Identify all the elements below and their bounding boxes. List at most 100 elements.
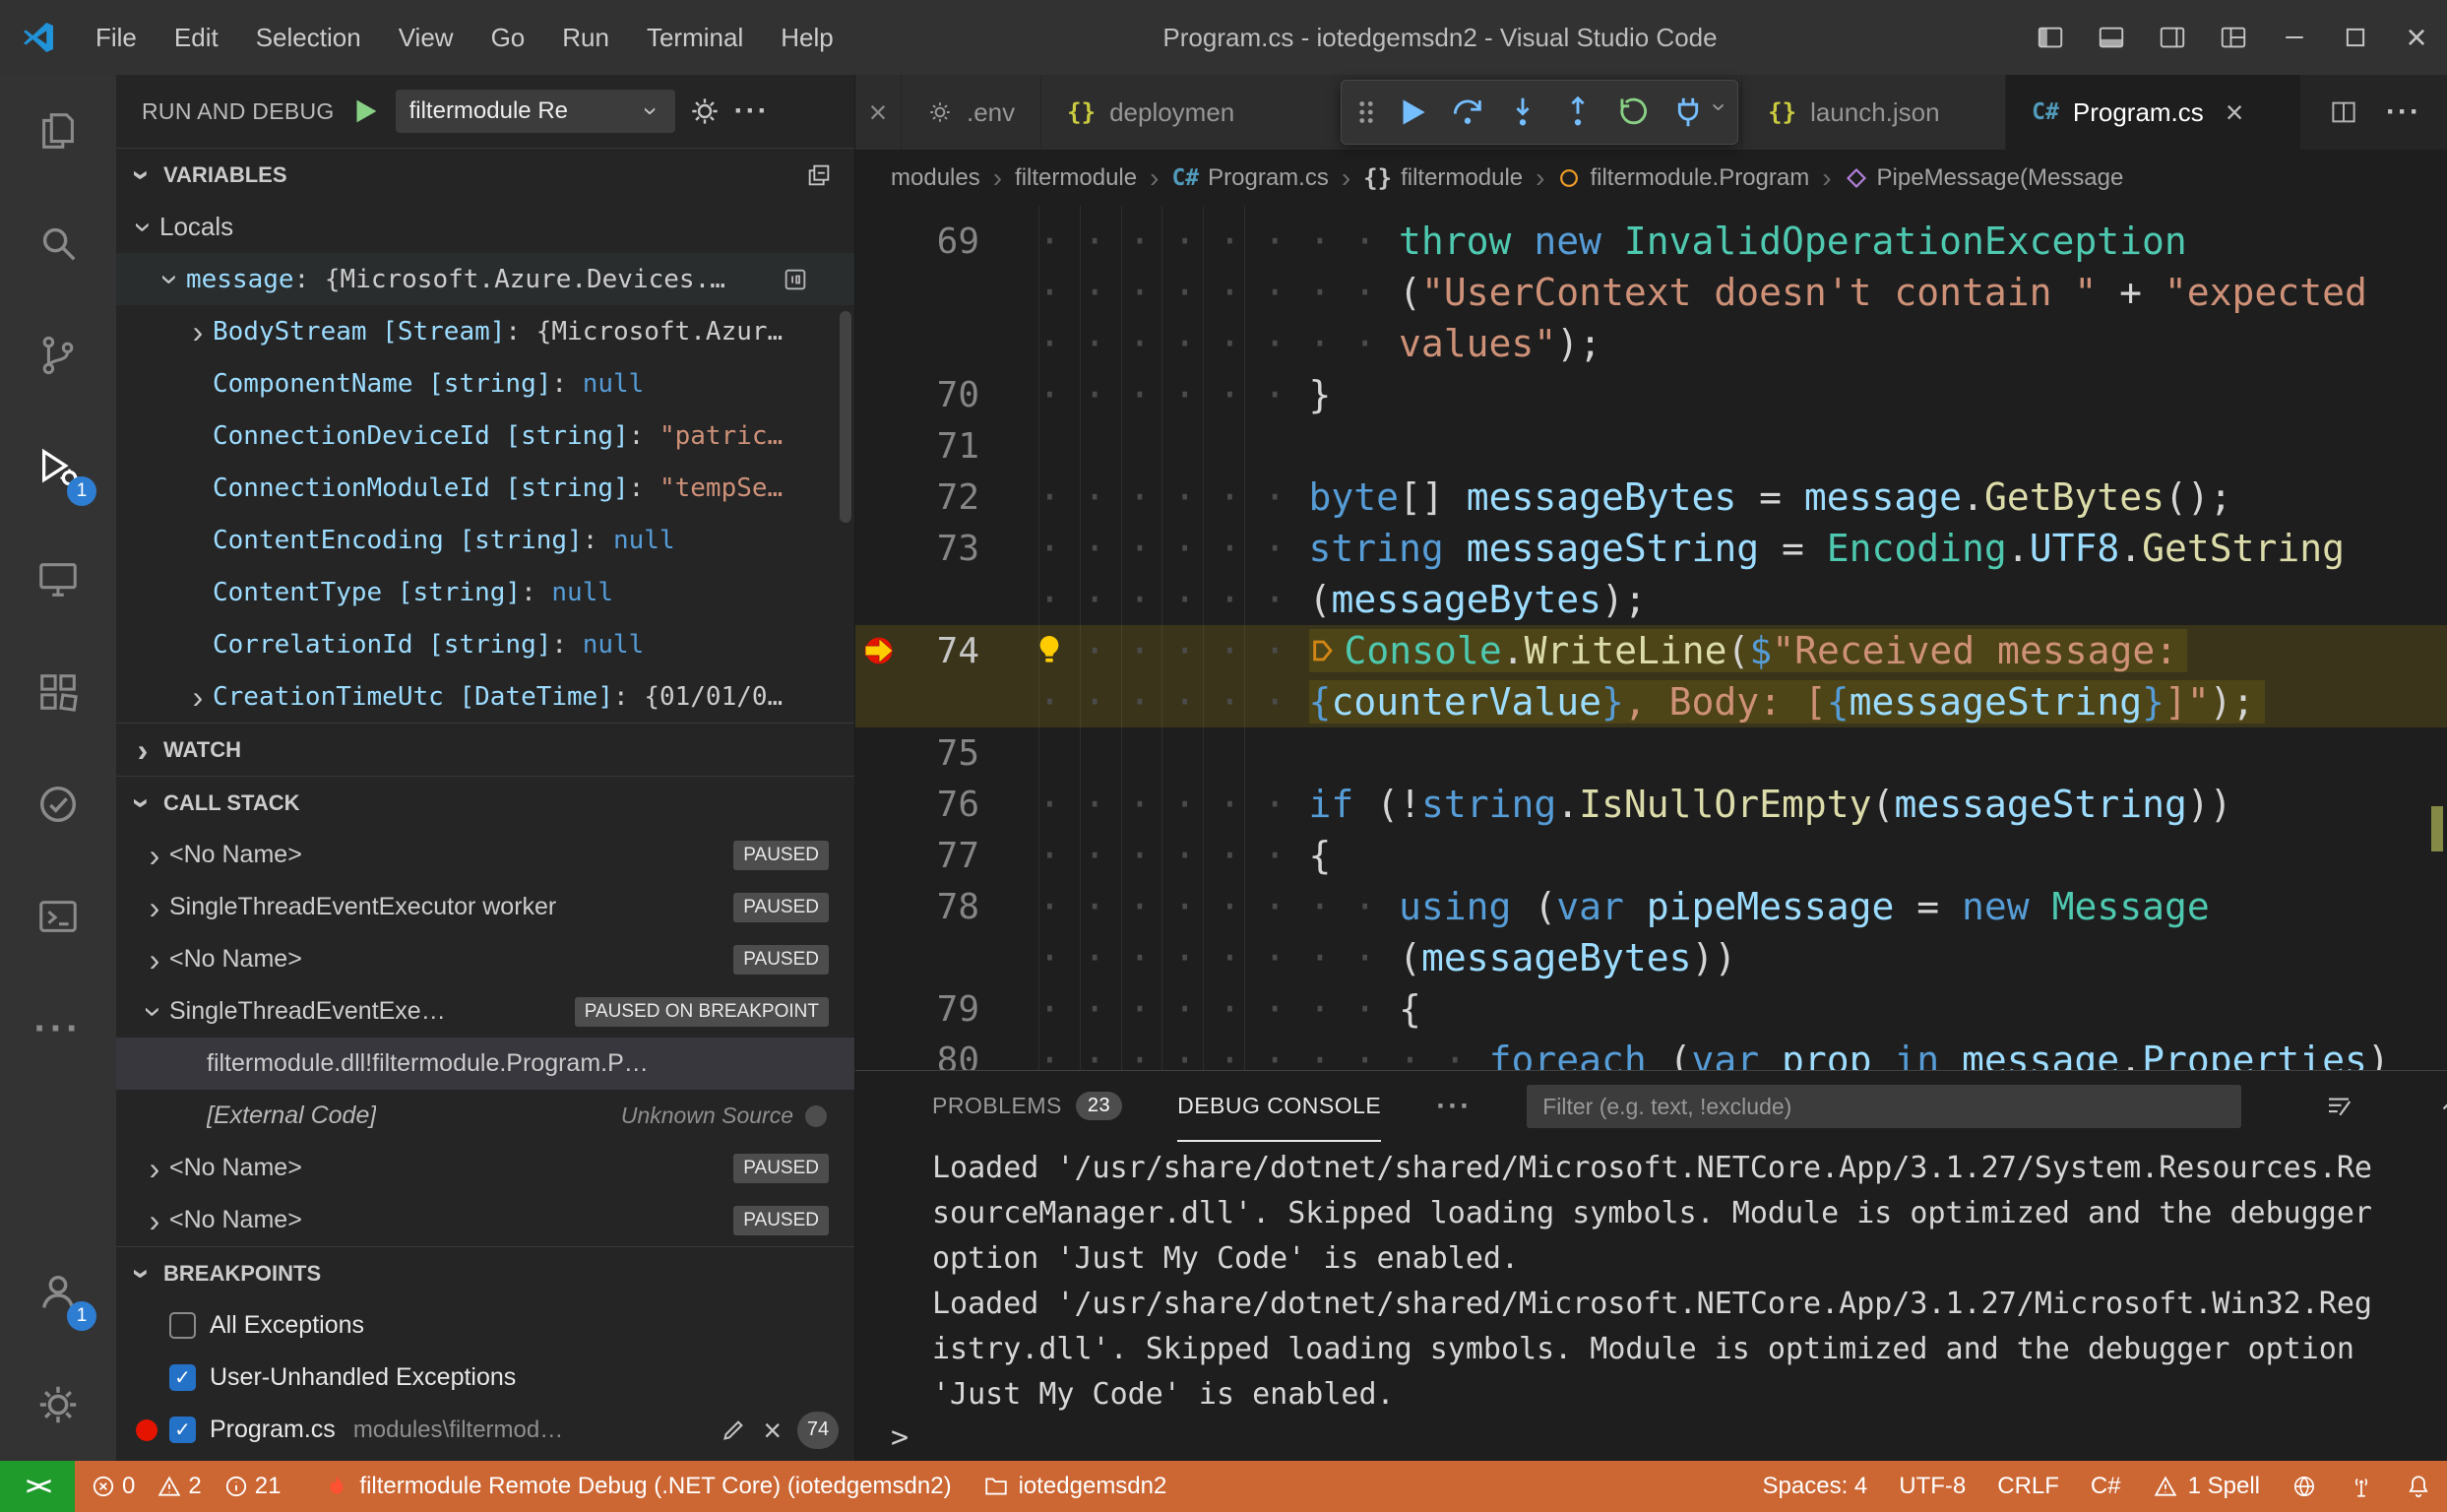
menu-view[interactable]: View xyxy=(380,23,472,53)
code-line-wrap[interactable]: · · · · · · (messageBytes); xyxy=(855,574,2447,625)
tab-debug-console[interactable]: DEBUG CONSOLE xyxy=(1177,1071,1381,1142)
test-icon[interactable] xyxy=(0,748,116,860)
call-stack-row[interactable]: ›<No Name>PAUSED xyxy=(116,1142,854,1194)
current-line-breakpoint-icon[interactable] xyxy=(855,625,899,676)
spell-language-globe-icon[interactable] xyxy=(2276,1461,2333,1512)
code-line-wrap[interactable]: · · · · · · · · ("UserContext doesn't co… xyxy=(855,267,2447,318)
breadcrumb-item-namespace[interactable]: {}filtermodule xyxy=(1363,164,1523,192)
remote-indicator[interactable]: >< xyxy=(0,1461,75,1512)
breakpoint-checkbox[interactable] xyxy=(169,1312,196,1339)
breakpoint-row[interactable]: ✓User-Unhandled Exceptions xyxy=(116,1352,854,1404)
menu-file[interactable]: File xyxy=(77,23,156,53)
continue-button[interactable] xyxy=(1387,87,1438,138)
code-line-72[interactable]: 72· · · · · · byte[] messageBytes = mess… xyxy=(855,472,2447,523)
breadcrumb-item-modules[interactable]: modules xyxy=(891,164,980,192)
call-stack-section-header[interactable]: › CALL STACK xyxy=(116,776,854,829)
customize-layout-icon[interactable] xyxy=(2203,0,2264,75)
menu-go[interactable]: Go xyxy=(472,23,544,53)
code-line-71[interactable]: 71 xyxy=(855,420,2447,472)
call-stack-row[interactable]: filtermodule.dll!filtermodule.Program.P… xyxy=(116,1038,854,1090)
workspace-status[interactable]: iotedgemsdn2 xyxy=(968,1461,1183,1512)
code-editor[interactable]: 69· · · · · · · · throw new InvalidOpera… xyxy=(855,206,2447,1070)
restart-button[interactable] xyxy=(1607,87,1659,138)
variable-row[interactable]: ›ComponentName [string]: null xyxy=(116,357,854,410)
notifications-bell-icon[interactable] xyxy=(2390,1461,2447,1512)
breadcrumb-item-method[interactable]: PipeMessage(Message xyxy=(1845,164,2124,192)
call-stack-row[interactable]: ›SingleThreadEventExe…PAUSED ON BREAKPOI… xyxy=(116,985,854,1038)
breakpoint-checkbox[interactable]: ✓ xyxy=(169,1364,196,1391)
step-out-button[interactable] xyxy=(1552,87,1603,138)
code-line-76[interactable]: 76· · · · · · if (!string.IsNullOrEmpty(… xyxy=(855,779,2447,830)
problems-status[interactable]: 0 2 21 xyxy=(75,1461,308,1512)
variable-row[interactable]: ›message: {Microsoft.Azure.Devices.… xyxy=(116,253,854,305)
variables-section-header[interactable]: › VARIABLES xyxy=(116,148,854,201)
collapse-all-icon[interactable] xyxy=(805,161,833,189)
debug-target-status[interactable]: filtermodule Remote Debug (.NET Core) (i… xyxy=(308,1461,967,1512)
search-icon[interactable] xyxy=(0,187,116,299)
encoding-status[interactable]: UTF-8 xyxy=(1883,1461,1981,1512)
tab-problems[interactable]: PROBLEMS 23 xyxy=(932,1071,1122,1142)
more-views-icon[interactable]: ··· xyxy=(0,973,116,1085)
terminal-icon[interactable] xyxy=(0,860,116,973)
variable-row[interactable]: ›CreationTimeUtc [DateTime]: {01/01/0… xyxy=(116,670,854,723)
settings-gear-icon[interactable] xyxy=(0,1349,116,1461)
accounts-icon[interactable]: 1 xyxy=(0,1236,116,1349)
explorer-icon[interactable] xyxy=(0,75,116,187)
call-stack-row[interactable]: ›<No Name>PAUSED xyxy=(116,933,854,985)
code-line-78[interactable]: 78· · · · · · · · using (var pipeMessage… xyxy=(855,881,2447,932)
code-line-77[interactable]: 77· · · · · · { xyxy=(855,830,2447,881)
sidebar-scrollbar[interactable] xyxy=(840,311,851,523)
sidebar-more-actions-icon[interactable]: ··· xyxy=(734,96,770,126)
code-line-79[interactable]: 79· · · · · · · · { xyxy=(855,983,2447,1035)
breadcrumb-item-class[interactable]: filtermodule.Program xyxy=(1557,164,1809,192)
menu-help[interactable]: Help xyxy=(762,23,851,53)
eol-status[interactable]: CRLF xyxy=(1981,1461,2075,1512)
editor-more-actions-icon[interactable]: ··· xyxy=(2386,97,2421,127)
maximize-panel-icon[interactable] xyxy=(2436,1092,2447,1121)
code-line-wrap[interactable]: · · · · · · {counterValue}, Body: [{mess… xyxy=(855,676,2447,727)
start-debug-button[interactable] xyxy=(348,94,382,128)
spell-status[interactable]: 1 Spell xyxy=(2137,1461,2276,1512)
debug-config-select[interactable]: filtermodule Re › xyxy=(396,90,675,133)
variable-row[interactable]: ›ConnectionDeviceId [string]: "patric… xyxy=(116,410,854,462)
variable-row[interactable]: ›Locals xyxy=(116,201,854,253)
breakpoint-row[interactable]: ✓Program.csmodules\filtermod…×74 xyxy=(116,1404,854,1456)
menu-run[interactable]: Run xyxy=(543,23,628,53)
remove-breakpoint-icon[interactable]: × xyxy=(763,1415,782,1446)
call-stack-row[interactable]: ›<No Name>PAUSED xyxy=(116,1194,854,1246)
breadcrumb-item-program-cs[interactable]: C#Program.cs xyxy=(1171,164,1328,192)
breakpoint-row[interactable]: All Exceptions xyxy=(116,1299,854,1352)
overflow-tab-close-icon[interactable]: × xyxy=(855,75,902,150)
toggle-secondary-sidebar-icon[interactable] xyxy=(2142,0,2203,75)
broadcast-tower-icon[interactable] xyxy=(2333,1461,2390,1512)
code-line-80[interactable]: 80· · · · · · · · · · foreach (var prop … xyxy=(855,1035,2447,1070)
debug-console-output[interactable]: Loaded '/usr/share/dotnet/shared/Microso… xyxy=(855,1142,2447,1416)
panel-more-tabs-icon[interactable]: ··· xyxy=(1436,1090,1472,1123)
step-into-button[interactable] xyxy=(1497,87,1548,138)
source-control-icon[interactable] xyxy=(0,299,116,411)
code-line-70[interactable]: 70· · · · · · } xyxy=(855,369,2447,420)
menu-selection[interactable]: Selection xyxy=(237,23,380,53)
code-line-73[interactable]: 73· · · · · · string messageString = Enc… xyxy=(855,523,2447,574)
indentation-status[interactable]: Spaces: 4 xyxy=(1747,1461,1884,1512)
code-line-69[interactable]: 69· · · · · · · · throw new InvalidOpera… xyxy=(855,216,2447,267)
breadcrumb-item-filtermodule[interactable]: filtermodule xyxy=(1015,164,1137,192)
inline-breakpoint-icon[interactable] xyxy=(1309,634,1339,667)
variable-row[interactable]: ›CorrelationId [string]: null xyxy=(116,618,854,670)
step-over-button[interactable] xyxy=(1442,87,1493,138)
split-editor-icon[interactable] xyxy=(2329,97,2358,127)
variable-row[interactable]: ›ConnectionModuleId [string]: "tempSe… xyxy=(116,462,854,514)
code-line-wrap[interactable]: · · · · · · · · (messageBytes)) xyxy=(855,932,2447,983)
lightbulb-icon[interactable] xyxy=(1035,632,1064,671)
console-filter-input[interactable] xyxy=(1527,1085,2241,1128)
menu-terminal[interactable]: Terminal xyxy=(628,23,762,53)
toggle-primary-sidebar-icon[interactable] xyxy=(2020,0,2081,75)
language-status[interactable]: C# xyxy=(2075,1461,2137,1512)
edit-breakpoint-icon[interactable] xyxy=(721,1417,747,1443)
variable-row[interactable]: ›ContentEncoding [string]: null xyxy=(116,514,854,566)
breakpoint-checkbox[interactable]: ✓ xyxy=(169,1417,196,1443)
menu-edit[interactable]: Edit xyxy=(156,23,237,53)
toolbar-drag-handle[interactable] xyxy=(1349,87,1383,138)
clear-console-icon[interactable] xyxy=(2324,1092,2353,1121)
maximize-button[interactable] xyxy=(2325,0,2386,75)
